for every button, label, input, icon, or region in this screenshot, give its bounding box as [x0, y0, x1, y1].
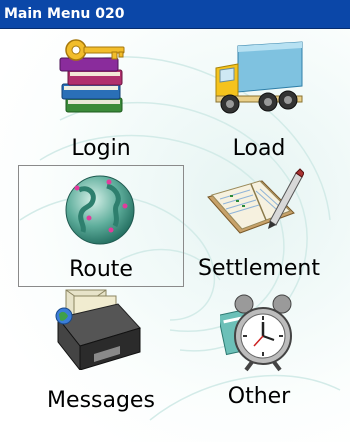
menu-label-settlement: Settlement — [198, 256, 320, 281]
main-menu-screen: Main Menu 020 Login Load Route Settlemen… — [0, 0, 350, 442]
delivery-truck-icon — [215, 41, 303, 114]
title-bar: Main Menu 020 — [0, 0, 350, 29]
window-title: Main Menu 020 — [4, 6, 125, 22]
menu-item-load[interactable]: Load — [184, 36, 334, 164]
menu-label-login: Login — [71, 136, 131, 161]
menu-label-other: Other — [227, 384, 291, 409]
menu-label-route: Route — [69, 257, 133, 282]
ledger-pen-icon — [207, 168, 304, 234]
mail-tray-icon — [55, 289, 141, 370]
alarm-clock-icon — [220, 294, 292, 372]
books-key-icon — [59, 39, 125, 113]
menu-label-messages: Messages — [47, 388, 155, 413]
menu-item-login[interactable]: Login — [18, 36, 184, 164]
menu-item-route[interactable]: Route — [18, 165, 184, 287]
menu-item-other[interactable]: Other — [184, 288, 334, 418]
menu-item-settlement[interactable]: Settlement — [184, 165, 334, 287]
menu-label-load: Load — [232, 136, 286, 161]
globe-icon — [65, 175, 135, 245]
menu-item-messages[interactable]: Messages — [18, 288, 184, 418]
